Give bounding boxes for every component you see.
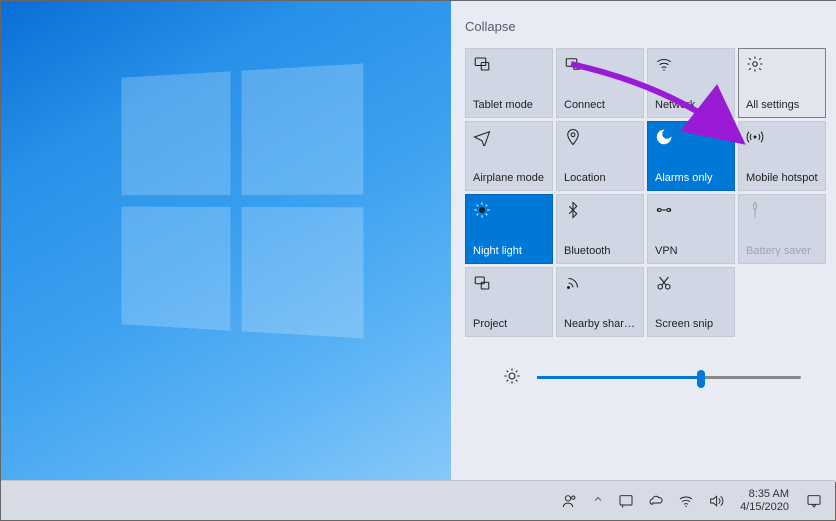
quick-action-mobile-hotspot[interactable]: Mobile hotspot [738, 121, 826, 191]
action-center-tray-button[interactable] [799, 481, 829, 520]
quick-action-airplane-mode[interactable]: Airplane mode [465, 121, 553, 191]
quick-action-label: Project [473, 318, 545, 330]
quick-action-location[interactable]: Location [556, 121, 644, 191]
action-center-panel: Collapse Tablet mode Connect Network All se… [451, 1, 836, 482]
quick-action-label: Nearby sharing [564, 318, 636, 330]
volume-tray-icon[interactable] [702, 481, 730, 520]
tray-overflow-chevron-icon[interactable] [586, 493, 610, 508]
taskbar: 8:35 AM 4/15/2020 [1, 480, 835, 520]
quick-action-tablet-mode[interactable]: Tablet mode [465, 48, 553, 118]
wifi-tray-icon[interactable] [672, 481, 700, 520]
brightness-slider[interactable] [537, 376, 801, 379]
windows-logo-icon [122, 64, 364, 339]
quick-action-screen-snip[interactable]: Screen snip [647, 267, 735, 337]
quick-action-all-settings[interactable]: All settings [738, 48, 826, 118]
quick-action-vpn[interactable]: VPN [647, 194, 735, 264]
battery-saver-icon [746, 201, 764, 219]
bluetooth-icon [564, 201, 582, 219]
all-settings-icon [746, 55, 764, 73]
taskbar-date: 4/15/2020 [740, 501, 789, 514]
mobile-hotspot-icon [746, 128, 764, 146]
screen-snip-icon [655, 274, 673, 292]
quick-action-label: Airplane mode [473, 172, 545, 184]
quick-action-label: Connect [564, 99, 636, 111]
desktop-wallpaper [1, 1, 451, 482]
quick-action-label: Screen snip [655, 318, 727, 330]
quick-action-connect[interactable]: Connect [556, 48, 644, 118]
quick-action-label: Tablet mode [473, 99, 545, 111]
quick-action-label: Mobile hotspot [746, 172, 818, 184]
airplane-mode-icon [473, 128, 491, 146]
quick-action-project[interactable]: Project [465, 267, 553, 337]
connect-icon [564, 55, 582, 73]
vpn-icon [655, 201, 673, 219]
quick-action-bluetooth[interactable]: Bluetooth [556, 194, 644, 264]
quick-action-network[interactable]: Network [647, 48, 735, 118]
quick-action-label: Bluetooth [564, 245, 636, 257]
quick-actions-grid: Tablet mode Connect Network All settings Air… [465, 48, 823, 337]
quick-action-label: VPN [655, 245, 727, 257]
quick-action-label: All settings [746, 99, 818, 111]
location-icon [564, 128, 582, 146]
tablet-mode-icon [473, 55, 491, 73]
quick-action-label: Location [564, 172, 636, 184]
taskbar-clock[interactable]: 8:35 AM 4/15/2020 [732, 488, 797, 514]
taskbar-time: 8:35 AM [749, 488, 789, 501]
brightness-slider-thumb[interactable] [697, 370, 705, 388]
quick-action-label: Night light [473, 245, 545, 257]
quick-action-label: Alarms only [655, 172, 727, 184]
night-light-icon [473, 201, 491, 219]
quick-action-label: Network [655, 99, 727, 111]
brightness-icon [503, 367, 521, 388]
input-indicator-tray-icon[interactable] [612, 481, 640, 520]
alarms-only-icon [655, 128, 673, 146]
project-icon [473, 274, 491, 292]
network-icon [655, 55, 673, 73]
quick-action-label: Battery saver [746, 245, 818, 257]
nearby-sharing-icon [564, 274, 582, 292]
collapse-button[interactable]: Collapse [465, 19, 516, 34]
people-tray-icon[interactable] [556, 481, 584, 520]
quick-action-night-light[interactable]: Night light [465, 194, 553, 264]
brightness-slider-row [465, 367, 823, 388]
onedrive-tray-icon[interactable] [642, 481, 670, 520]
quick-action-alarms-only[interactable]: Alarms only [647, 121, 735, 191]
quick-action-nearby-sharing[interactable]: Nearby sharing [556, 267, 644, 337]
quick-action-battery-saver: Battery saver [738, 194, 826, 264]
